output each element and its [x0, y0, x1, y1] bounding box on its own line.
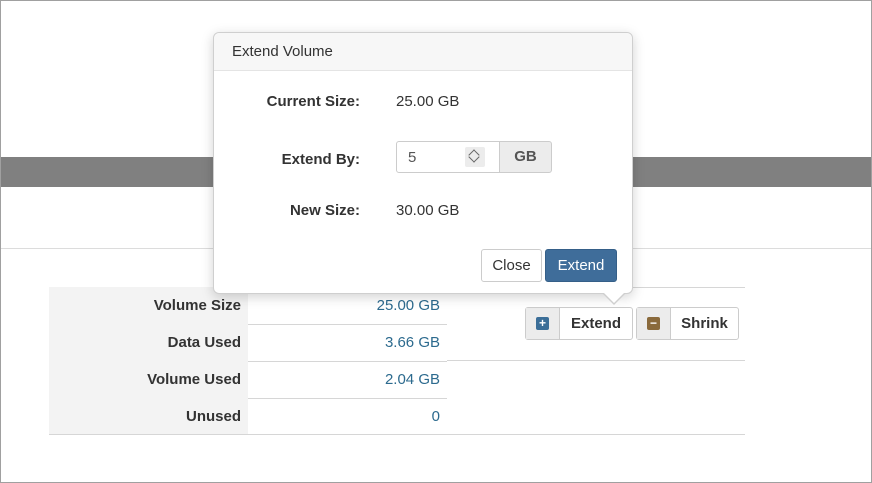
- extend-by-unit: GB: [499, 141, 552, 173]
- popover-title: Extend Volume: [214, 33, 632, 71]
- table-row: Unused 0: [49, 398, 447, 435]
- popover-arrow-fill: [604, 293, 624, 303]
- new-size-label: New Size:: [289, 202, 360, 219]
- stat-value-volume-used: 2.04 GB: [384, 371, 440, 388]
- stat-label-volume-used: Volume Used: [49, 361, 248, 398]
- stat-value-data-used: 3.66 GB: [384, 334, 440, 351]
- table-row: Data Used 3.66 GB: [49, 324, 447, 361]
- current-size-value: 25.00 GB: [396, 93, 460, 110]
- stat-value-unused: 0: [431, 408, 440, 425]
- shrink-volume-button[interactable]: − Shrink: [636, 307, 739, 340]
- new-size-value: 30.00 GB: [396, 202, 460, 219]
- stat-label-unused: Unused: [49, 398, 248, 435]
- plus-icon: +: [536, 317, 549, 330]
- extend-by-label: Extend By:: [281, 151, 360, 168]
- extend-volume-button[interactable]: + Extend: [525, 307, 633, 340]
- extend-volume-popover: Extend Volume Current Size: 25.00 GB Ext…: [213, 32, 633, 305]
- extend-by-input[interactable]: [397, 142, 467, 172]
- extend-by-input-wrapper[interactable]: [396, 141, 500, 173]
- shrink-icon-box: −: [637, 308, 671, 339]
- number-stepper[interactable]: [465, 147, 485, 167]
- shrink-button-label: Shrink: [681, 315, 728, 332]
- table-border-bottom: [49, 434, 745, 435]
- extend-button-label: Extend: [570, 315, 621, 332]
- extend-icon-box: +: [526, 308, 560, 339]
- close-button[interactable]: Close: [481, 249, 542, 282]
- minus-icon: −: [647, 317, 660, 330]
- extend-confirm-button[interactable]: Extend: [545, 249, 617, 282]
- actions-divider: [447, 360, 745, 361]
- table-row: Volume Used 2.04 GB: [49, 361, 447, 398]
- stat-label-data-used: Data Used: [49, 324, 248, 361]
- current-size-label: Current Size:: [266, 93, 360, 110]
